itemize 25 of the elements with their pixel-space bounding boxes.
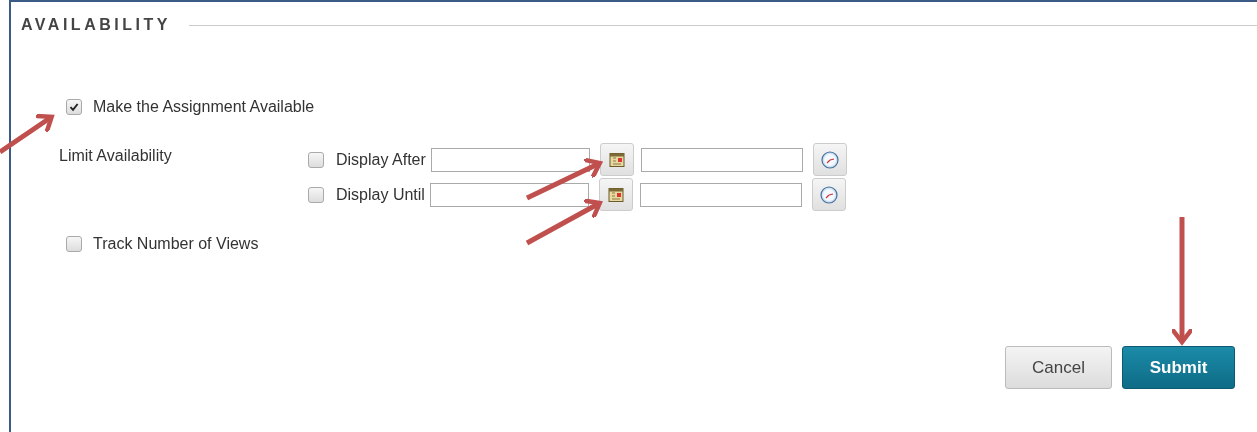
date-field[interactable] [430, 147, 590, 172]
checkbox[interactable] [308, 186, 324, 203]
time-field[interactable] [640, 147, 803, 172]
field-label: Limit Availability [59, 147, 173, 166]
checkbox-label: Make the Assignment Available [93, 98, 315, 116]
checkbox-label: Track Number of Views [93, 235, 259, 253]
time-field[interactable] [639, 182, 802, 207]
clock-icon [819, 185, 838, 204]
calendar-button[interactable] [598, 178, 633, 211]
annotation-arrow [0, 113, 54, 155]
section-title: AVAILABILITY [21, 16, 171, 34]
checkbox-label: Display Until [336, 185, 425, 204]
clock-icon [820, 150, 839, 169]
checkbox-label: Display After [336, 150, 426, 169]
checkbox[interactable] [308, 151, 324, 168]
calendar-icon [607, 186, 624, 203]
checkbox[interactable] [66, 99, 82, 115]
submit-button[interactable]: Submit [1122, 346, 1235, 389]
calendar-button[interactable] [599, 143, 634, 176]
clock-button[interactable] [812, 143, 847, 176]
cancel-button[interactable]: Cancel [1005, 346, 1112, 389]
calendar-icon [608, 151, 625, 168]
clock-button[interactable] [811, 178, 846, 211]
date-field[interactable] [429, 182, 589, 207]
checkbox[interactable] [66, 236, 82, 252]
